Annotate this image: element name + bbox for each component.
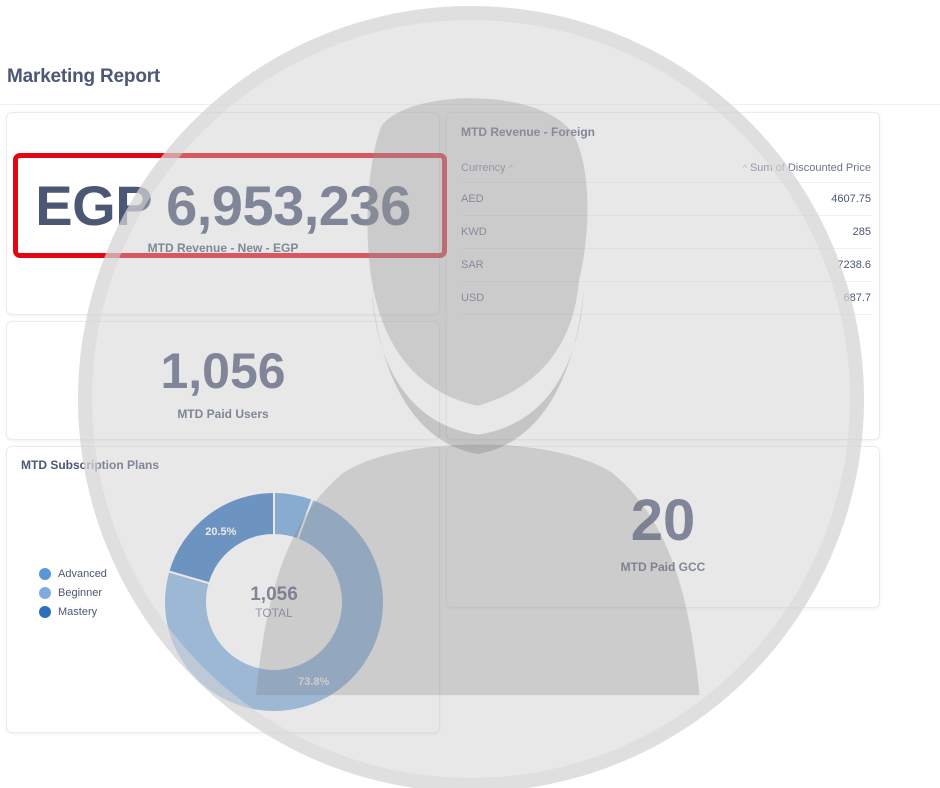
paid-users-card[interactable]: 1,056 MTD Paid Users [6,321,440,440]
page-title: Marketing Report [7,66,161,87]
donut-center-label: TOTAL [255,606,293,620]
donut-center-value: 1,056 [250,584,298,605]
foreign-revenue-title[interactable]: MTD Revenue - Foreign [461,125,595,139]
paid-users-label[interactable]: MTD Paid Users [7,407,439,421]
cell-sum: 7238.6 [837,259,871,271]
column-header-sum[interactable]: ^ Sum of Discounted Price [740,162,871,174]
donut-data-label: 73.8% [298,676,329,688]
cell-sum: 4607.75 [831,193,871,205]
highlight-annotation [13,153,447,258]
cell-currency: AED [461,193,484,205]
foreign-revenue-card[interactable]: MTD Revenue - Foreign Currency ^ ^ Sum of … [446,112,880,440]
table-header: Currency ^ ^ Sum of Discounted Price [461,153,871,183]
sort-caret-icon: ^ [508,162,513,173]
cell-currency: SAR [461,259,484,271]
title-divider [0,104,940,105]
paid-gcc-value: 20 [630,488,696,553]
table-row: AED 4607.75 [461,183,871,216]
paid-gcc-card[interactable]: 20 MTD Paid GCC [446,446,880,608]
table-row: USD 687.7 [461,282,871,315]
cell-sum: 687.7 [843,292,871,304]
table-row: SAR 7238.6 [461,249,871,282]
foreign-revenue-table: Currency ^ ^ Sum of Discounted Price AED 4… [461,153,871,315]
sort-caret-icon: ^ [742,162,747,173]
paid-gcc-label[interactable]: MTD Paid GCC [447,560,879,574]
donut-chart: 73.8% 20.5% 1,056 TOTAL [163,490,385,713]
column-header-currency[interactable]: Currency ^ [461,162,516,174]
cell-currency: USD [461,292,485,304]
cell-sum: 285 [852,226,871,238]
table-row: KWD 285 [461,216,871,249]
cell-currency: KWD [461,226,487,238]
donut-data-label: 20.5% [205,526,236,538]
paid-users-value: 1,056 [160,343,286,399]
subscription-plans-card[interactable]: MTD Subscription Plans Advanced Beginner… [6,446,440,733]
